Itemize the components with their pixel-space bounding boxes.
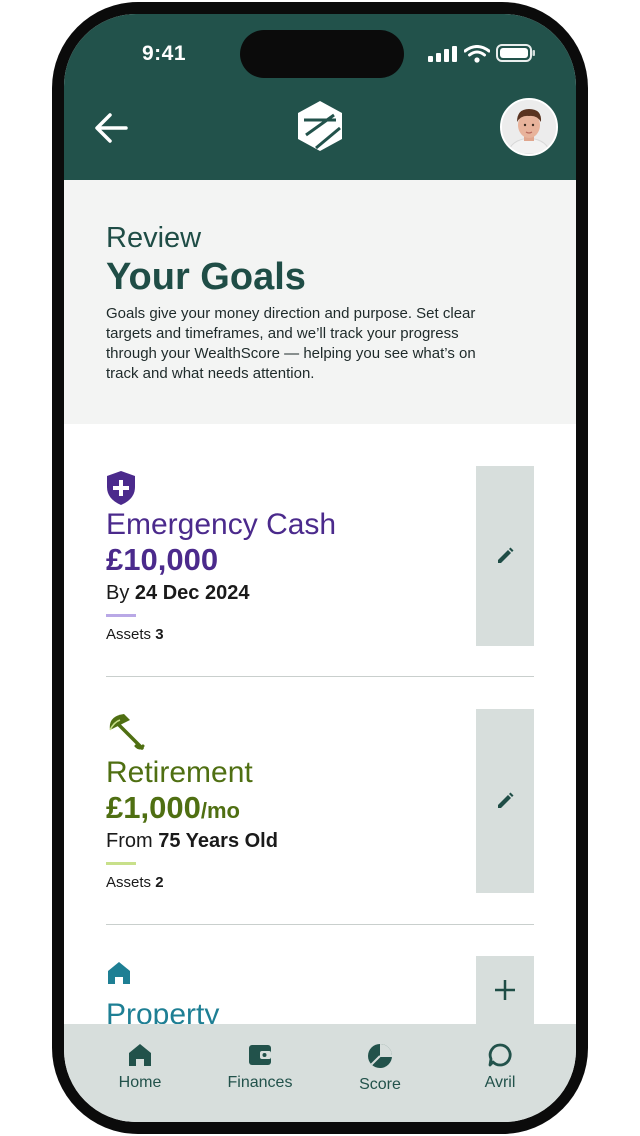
edit-goal-button[interactable] [476, 709, 534, 893]
goal-date: From 75 Years Old [106, 830, 278, 853]
wallet-icon [249, 1045, 271, 1065]
status-time: 9:41 [142, 42, 187, 65]
tab-home[interactable]: Home [90, 1042, 190, 1092]
dynamic-island [240, 30, 404, 78]
goal-assets: Assets 3 [106, 626, 164, 643]
goal-name: Retirement [106, 756, 253, 789]
pencil-icon [498, 792, 514, 808]
goal-amount-value: £1,000 [106, 790, 201, 825]
house-icon [108, 962, 130, 984]
score-pie-icon [368, 1044, 392, 1068]
goal-date-value: 75 Years Old [158, 830, 278, 852]
tab-label: Finances [227, 1074, 293, 1091]
shield-plus-icon [107, 471, 135, 505]
goal-assets-label: Assets [106, 626, 152, 643]
wifi-icon [464, 45, 490, 63]
chat-bubble-icon [488, 1043, 512, 1067]
goal-amount: £1,000/mo [106, 790, 240, 826]
bottom-tab-bar: Home Finances Score Avril [64, 1024, 576, 1122]
user-avatar[interactable] [500, 98, 558, 156]
goal-card-property[interactable]: Property [106, 958, 534, 1031]
page-title: Your Goals [106, 256, 306, 298]
intro-section: Review Your Goals Goals give your money … [64, 180, 576, 424]
goal-name: Emergency Cash [106, 508, 337, 541]
tab-score[interactable]: Score [330, 1042, 430, 1094]
pencil-icon [498, 547, 514, 563]
goal-date-value: 24 Dec 2024 [134, 582, 250, 604]
add-goal-button[interactable] [476, 956, 534, 1026]
goal-card-retirement[interactable]: Retirement £1,000/mo From 75 Years Old A… [106, 710, 534, 894]
goal-card-emergency-cash[interactable]: Emergency Cash £10,000 By 24 Dec 2024 As… [106, 466, 534, 646]
goal-accent-rule [106, 614, 136, 617]
battery-icon [496, 44, 535, 62]
umbrella-icon [109, 714, 145, 750]
goal-date-prefix: By [106, 582, 130, 604]
tab-label: Score [359, 1076, 401, 1093]
goal-assets-count: 3 [155, 626, 164, 643]
edit-goal-button[interactable] [476, 466, 534, 646]
goal-amount: £10,000 [106, 542, 218, 578]
intro-description: Goals give your money direction and purp… [106, 305, 476, 382]
app-header: 9:41 [64, 14, 576, 180]
signal-icon [428, 46, 457, 62]
tab-label: Home [118, 1074, 162, 1091]
arrow-left-icon [95, 113, 128, 143]
plus-icon [495, 980, 515, 1000]
goal-assets-count: 2 [155, 874, 164, 891]
hexagon-logo-icon [298, 101, 342, 151]
goal-accent-rule [106, 862, 136, 865]
goal-assets-label: Assets [106, 874, 152, 891]
goal-date-prefix: From [106, 830, 153, 852]
profile-photo [502, 100, 556, 154]
goal-assets: Assets 2 [106, 874, 164, 891]
tab-avril[interactable]: Avril [450, 1042, 550, 1092]
back-button[interactable] [92, 108, 132, 148]
goal-divider [106, 924, 534, 925]
goal-amount-unit: /mo [200, 798, 240, 823]
home-icon [129, 1044, 151, 1066]
intro-eyebrow: Review [106, 222, 202, 254]
app-screen: 9:41 Review Your Goals Goals give your m… [64, 14, 576, 1122]
goal-amount-value: £10,000 [106, 542, 219, 577]
goal-date: By 24 Dec 2024 [106, 582, 249, 605]
app-logo[interactable] [296, 100, 344, 152]
goal-divider [106, 676, 534, 677]
tab-finances[interactable]: Finances [210, 1042, 310, 1092]
tab-label: Avril [484, 1074, 516, 1091]
